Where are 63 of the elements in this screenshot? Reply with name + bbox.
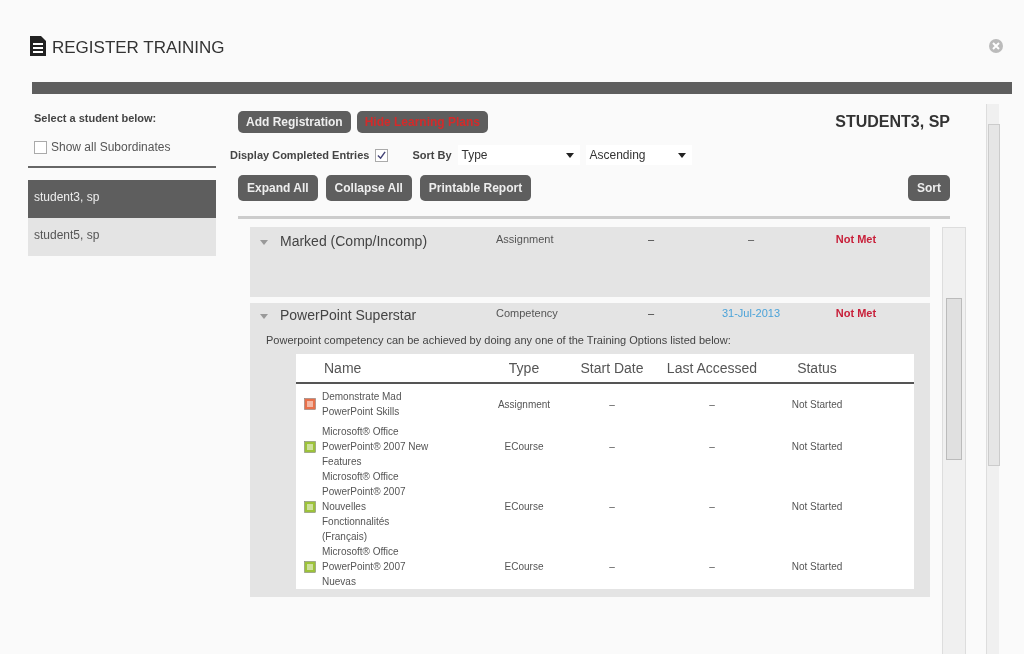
entry-name: PowerPoint Superstar xyxy=(280,307,418,323)
entry-type: Competency xyxy=(496,307,559,319)
option-start-date: – xyxy=(608,561,616,572)
option-name[interactable]: Microsoft® Office PowerPoint® 2007 Nuevas xyxy=(322,544,432,589)
option-status: Not Started xyxy=(790,398,844,410)
entry-start-date: – xyxy=(646,307,656,319)
expand-icon[interactable] xyxy=(260,239,268,247)
option-type: ECourse xyxy=(503,501,545,512)
column-header: Type xyxy=(507,360,541,376)
option-type: ECourse xyxy=(503,441,545,452)
column-header: Status xyxy=(796,360,838,376)
page-scrollbar[interactable] xyxy=(986,104,999,654)
option-start-date: – xyxy=(608,398,616,410)
option-start-date: – xyxy=(608,441,616,452)
option-last-accessed: – xyxy=(708,501,716,512)
option-name[interactable]: Demonstrate Mad PowerPoint Skills xyxy=(322,389,432,419)
option-status: Not Started xyxy=(790,441,844,452)
toolbar-button[interactable]: Expand All xyxy=(238,175,318,201)
entry-status: Not Met xyxy=(834,233,878,245)
course-icon xyxy=(304,440,316,453)
column-header: Name xyxy=(323,360,363,376)
option-last-accessed: – xyxy=(708,441,716,452)
entry-description: Powerpoint competency can be achieved by doing any one of the Training Options listed below: xyxy=(265,333,732,348)
option-status: Not Started xyxy=(790,561,844,572)
entry-name: Marked (Comp/Incomp) xyxy=(280,233,429,249)
course-icon xyxy=(304,500,316,513)
toolbar-button[interactable]: Printable Report xyxy=(419,175,532,201)
caret-icon xyxy=(677,152,686,158)
toolbar-button[interactable]: Collapse All xyxy=(325,175,412,201)
entry-last-accessed: – xyxy=(746,233,756,245)
option-last-accessed: – xyxy=(708,561,716,572)
sort-by-label: Sort By xyxy=(412,149,452,161)
caret-icon xyxy=(565,152,574,158)
option-name[interactable]: Microsoft® Office PowerPoint® 2007 Nouvelles Fonctionnalités (Français) xyxy=(322,469,432,544)
entry-status: Not Met xyxy=(834,307,878,319)
option-type: ECourse xyxy=(503,561,545,572)
display-completed-label: Display Completed Entries xyxy=(230,149,370,161)
column-header: Start Date xyxy=(579,360,645,376)
student-name: STUDENT3, SP xyxy=(835,113,950,131)
document-icon xyxy=(304,398,316,410)
inner-scrollbar[interactable] xyxy=(942,227,966,654)
option-last-accessed: – xyxy=(708,398,716,410)
sort-button[interactable]: Sort xyxy=(908,175,950,201)
course-icon xyxy=(304,560,316,573)
option-type: Assignment xyxy=(496,398,552,410)
show-all-checkbox[interactable]: Show all Subordinates xyxy=(28,134,216,160)
option-start-date: – xyxy=(608,501,616,512)
sort-field-dropdown[interactable]: Type xyxy=(457,145,580,165)
column-header: Last Accessed xyxy=(665,360,759,376)
add-registration-button[interactable]: Add Registration xyxy=(238,111,351,133)
student-item[interactable]: student5, sp xyxy=(28,218,216,256)
student-item[interactable]: student3, sp xyxy=(28,180,216,218)
sidebar-heading: Select a student below: xyxy=(33,111,158,126)
window-title: REGISTER TRAINING xyxy=(52,38,225,58)
close-icon[interactable] xyxy=(988,38,1004,54)
display-completed-checkbox[interactable] xyxy=(375,148,389,162)
entry-type: Assignment xyxy=(496,233,555,245)
sort-order-dropdown[interactable]: Ascending xyxy=(585,145,692,165)
entry-start-date: – xyxy=(646,233,656,245)
document-icon xyxy=(28,35,48,57)
expand-icon[interactable] xyxy=(260,313,268,321)
option-name[interactable]: Microsoft® Office PowerPoint® 2007 New Features xyxy=(322,424,432,469)
option-status: Not Started xyxy=(790,501,844,512)
